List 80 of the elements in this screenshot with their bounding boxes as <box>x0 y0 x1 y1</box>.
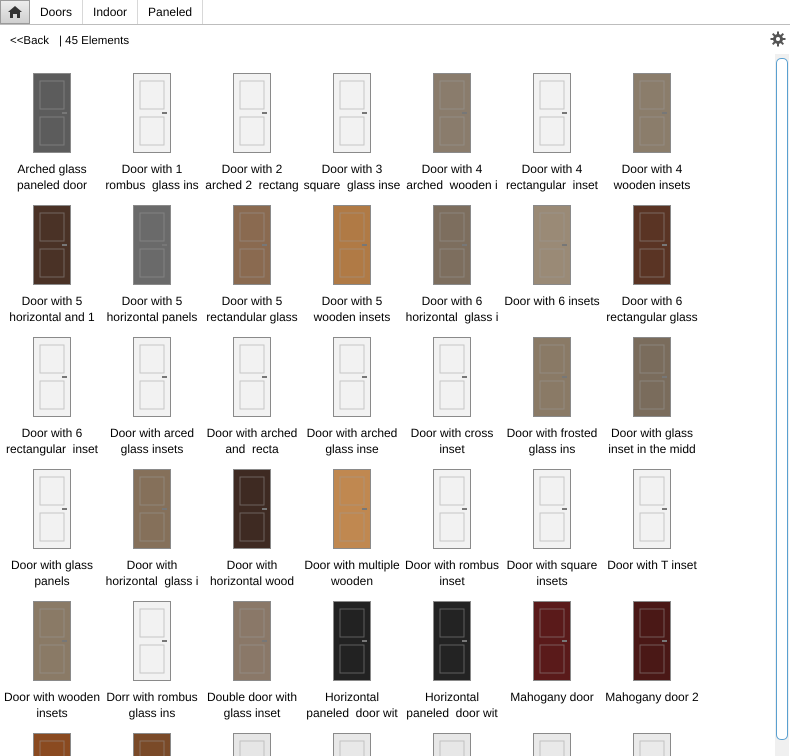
element-count: | 45 Elements <box>59 35 130 47</box>
item-label[interactable]: Door with square insets <box>502 557 602 589</box>
item-label[interactable]: Door with 6 insets <box>502 293 602 309</box>
item-label[interactable]: Door with 1 rombus glass ins <box>102 161 202 193</box>
item-label[interactable]: Door with 4 rectangular inset <box>502 161 602 193</box>
door-thumbnail[interactable] <box>533 205 571 285</box>
item-label[interactable]: Door with glass panels <box>2 557 102 589</box>
item-label[interactable]: Door with horizontal glass i <box>102 557 202 589</box>
item-label[interactable]: Mahogany door <box>502 689 602 705</box>
scrollbar-thumb[interactable] <box>776 58 788 740</box>
home-button[interactable] <box>0 0 30 24</box>
door-thumbnail[interactable] <box>33 73 71 153</box>
door-thumbnail[interactable] <box>533 469 571 549</box>
door-thumbnail[interactable] <box>533 73 571 153</box>
item-label[interactable]: Door with T inset <box>602 557 702 573</box>
door-thumbnail[interactable] <box>433 205 471 285</box>
breadcrumb-item[interactable]: Doors <box>30 0 84 24</box>
door-thumbnail[interactable] <box>233 469 271 549</box>
door-thumbnail[interactable] <box>633 73 671 153</box>
item-label[interactable]: Double door with glass inset <box>202 689 302 721</box>
door-thumbnail[interactable] <box>133 337 171 417</box>
door-thumbnail[interactable] <box>433 337 471 417</box>
door-thumbnail[interactable] <box>233 205 271 285</box>
door-thumbnail[interactable] <box>233 601 271 681</box>
breadcrumb-item[interactable]: Paneled <box>138 0 204 24</box>
door-thumbnail[interactable] <box>333 337 371 417</box>
item-label[interactable]: Door with 3 square glass inse <box>302 161 402 193</box>
door-thumbnail[interactable] <box>133 469 171 549</box>
home-icon <box>7 5 23 19</box>
item-label[interactable]: Door with horizontal wood <box>202 557 302 589</box>
door-thumbnail[interactable] <box>33 469 71 549</box>
item-label[interactable]: Door with glass inset in the midd <box>602 425 702 457</box>
door-thumbnail[interactable] <box>333 601 371 681</box>
item-label[interactable]: Door with 5 horizontal panels <box>102 293 202 325</box>
door-thumbnail[interactable] <box>633 601 671 681</box>
item-label[interactable]: Door with 2 arched 2 rectang <box>202 161 302 193</box>
door-thumbnail[interactable] <box>333 73 371 153</box>
item-label[interactable]: Door with multiple wooden <box>302 557 402 589</box>
door-thumbnail[interactable] <box>533 337 571 417</box>
item-label[interactable]: Door with 4 wooden insets <box>602 161 702 193</box>
item-label[interactable]: Dorr with rombus glass ins <box>102 689 202 721</box>
door-thumbnail[interactable] <box>333 205 371 285</box>
door-thumbnail[interactable] <box>33 337 71 417</box>
door-thumbnail[interactable] <box>133 73 171 153</box>
door-thumbnail[interactable] <box>33 601 71 681</box>
item-label[interactable]: Door with 5 rectandular glass <box>202 293 302 325</box>
item-label[interactable]: Door with 6 rectangular inset <box>2 425 102 457</box>
item-label[interactable]: Door with 5 wooden insets <box>302 293 402 325</box>
door-thumbnail[interactable] <box>233 337 271 417</box>
item-label[interactable]: Door with frosted glass ins <box>502 425 602 457</box>
door-thumbnail[interactable] <box>333 469 371 549</box>
item-label[interactable]: Door with 6 horizontal glass i <box>402 293 502 325</box>
item-label[interactable]: Door with 6 rectangular glass <box>602 293 702 325</box>
item-label[interactable]: Mahogany door 2 <box>602 689 702 705</box>
item-label[interactable]: Door with cross inset <box>402 425 502 457</box>
door-thumbnail[interactable] <box>633 205 671 285</box>
breadcrumb-item[interactable]: Indoor <box>83 0 138 24</box>
door-thumbnail[interactable] <box>133 601 171 681</box>
settings-icon[interactable] <box>770 31 786 47</box>
item-label[interactable]: Horizontal paneled door wit <box>302 689 402 721</box>
door-thumbnail[interactable] <box>233 73 271 153</box>
back-link[interactable]: <<Back <box>10 35 49 47</box>
door-thumbnail[interactable] <box>33 205 71 285</box>
item-label[interactable]: Door with arced glass insets <box>102 425 202 457</box>
item-label[interactable]: Door with 4 arched wooden i <box>402 161 502 193</box>
item-label[interactable]: Door with arched and recta <box>202 425 302 457</box>
item-label[interactable]: Door with 5 horizontal and 1 <box>2 293 102 325</box>
scrollbar[interactable] <box>775 54 789 756</box>
door-thumbnail[interactable] <box>433 469 471 549</box>
item-label[interactable]: Horizontal paneled door wit <box>402 689 502 721</box>
item-label[interactable]: Arched glass paneled door <box>2 161 102 193</box>
item-label[interactable]: Door with rombus inset <box>402 557 502 589</box>
door-thumbnail[interactable] <box>533 601 571 681</box>
door-thumbnail[interactable] <box>633 337 671 417</box>
door-thumbnail[interactable] <box>633 469 671 549</box>
door-thumbnail[interactable] <box>133 205 171 285</box>
item-label[interactable]: Door with wooden insets <box>2 689 102 721</box>
door-thumbnail[interactable] <box>433 601 471 681</box>
item-label[interactable]: Door with arched glass inse <box>302 425 402 457</box>
door-thumbnail[interactable] <box>433 73 471 153</box>
